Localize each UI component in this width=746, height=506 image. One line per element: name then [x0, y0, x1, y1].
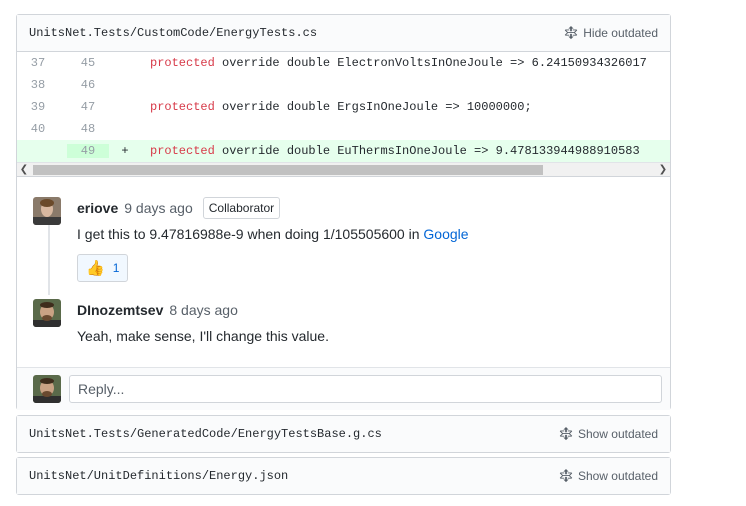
keyword: protected	[150, 100, 215, 114]
diff-code: 37 45 protected override double Electron…	[17, 52, 670, 176]
diff-marker: +	[121, 144, 129, 158]
diff-line: 39 47 protected override double ErgsInOn…	[17, 96, 670, 118]
scroll-left-icon[interactable]: ❮	[17, 164, 31, 175]
new-line-number[interactable]: 47	[67, 100, 109, 114]
avatar[interactable]	[33, 375, 61, 403]
code-text: protected override double EuThermsInOneJ…	[137, 144, 640, 158]
avatar[interactable]	[33, 197, 61, 225]
code-rest: override double ErgsInOneJoule => 100000…	[214, 100, 532, 114]
diff-line: 38 46	[17, 74, 670, 96]
reply-box: Reply...	[17, 367, 670, 410]
code-text: protected override double ElectronVoltsI…	[109, 56, 647, 70]
show-outdated-label: Show outdated	[577, 427, 658, 441]
keyword: protected	[150, 144, 215, 158]
horizontal-scrollbar[interactable]: ❮ ❯	[17, 162, 670, 176]
avatar[interactable]	[33, 299, 61, 327]
code-text: protected override double ErgsInOneJoule…	[109, 100, 532, 114]
collaborator-badge: Collaborator	[202, 197, 281, 219]
file-path: UnitsNet.Tests/GeneratedCode/EnergyTests…	[29, 427, 382, 441]
old-line-number[interactable]: 40	[17, 122, 59, 136]
comment-text: Yeah, make sense, I'll change this value…	[77, 328, 329, 344]
file-header: UnitsNet.Tests/GeneratedCode/EnergyTests…	[17, 416, 670, 452]
reaction-count: 1	[112, 261, 120, 275]
show-outdated-button[interactable]: Show outdated	[559, 469, 658, 483]
new-line-number[interactable]: 49	[67, 144, 109, 158]
code-rest: override double ElectronVoltsInOneJoule …	[214, 56, 647, 70]
unfold-icon	[565, 26, 578, 40]
scroll-right-icon[interactable]: ❯	[656, 164, 670, 175]
comment-text: I get this to 9.47816988e-9 when doing 1…	[77, 226, 670, 242]
comment-time[interactable]: 8 days ago	[169, 302, 238, 318]
old-line-number[interactable]: 37	[17, 56, 59, 70]
thumbs-up-reaction[interactable]: 👍 1	[77, 254, 129, 282]
diff-line: 40 48	[17, 118, 670, 140]
scrollbar-thumb[interactable]	[33, 164, 543, 175]
reply-input[interactable]: Reply...	[69, 375, 662, 403]
comment: eriove 9 days ago Collaborator I get thi…	[17, 196, 670, 282]
comment-time[interactable]: 9 days ago	[124, 200, 193, 216]
keyword: protected	[150, 56, 215, 70]
new-line-number[interactable]: 46	[67, 78, 109, 92]
comment-author[interactable]: eriove	[77, 200, 118, 216]
comment-thread: eriove 9 days ago Collaborator I get thi…	[17, 176, 670, 362]
comment-text-body: I get this to 9.47816988e-9 when doing 1…	[77, 226, 424, 242]
thumbs-up-icon: 👍	[86, 260, 105, 277]
diff-line-added: 49 + protected override double EuThermsI…	[17, 140, 670, 162]
file-path: UnitsNet.Tests/CustomCode/EnergyTests.cs	[29, 26, 318, 40]
hide-outdated-label: Hide outdated	[583, 26, 658, 40]
code-rest: override double EuThermsInOneJoule => 9.…	[214, 144, 640, 158]
new-line-number[interactable]: 45	[67, 56, 109, 70]
unfold-icon	[559, 469, 573, 483]
file-panel-energy-tests-base: UnitsNet.Tests/GeneratedCode/EnergyTests…	[16, 415, 671, 453]
old-line-number[interactable]: 38	[17, 78, 59, 92]
file-panel-energy-json: UnitsNet/UnitDefinitions/Energy.json Sho…	[16, 457, 671, 495]
comment: DInozemtsev 8 days ago Yeah, make sense,…	[17, 298, 670, 344]
file-header: UnitsNet/UnitDefinitions/Energy.json Sho…	[17, 458, 670, 494]
unfold-icon	[559, 427, 573, 441]
google-link[interactable]: Google	[423, 226, 468, 242]
diff-line: 37 45 protected override double Electron…	[17, 52, 670, 74]
file-panel-energy-tests: UnitsNet.Tests/CustomCode/EnergyTests.cs…	[16, 14, 671, 410]
file-path: UnitsNet/UnitDefinitions/Energy.json	[29, 469, 289, 483]
file-header: UnitsNet.Tests/CustomCode/EnergyTests.cs…	[17, 15, 670, 52]
hide-outdated-button[interactable]: Hide outdated	[564, 26, 658, 40]
old-line-number[interactable]: 39	[17, 100, 59, 114]
show-outdated-label: Show outdated	[577, 469, 658, 483]
comment-author[interactable]: DInozemtsev	[77, 302, 163, 318]
show-outdated-button[interactable]: Show outdated	[559, 427, 658, 441]
new-line-number[interactable]: 48	[67, 122, 109, 136]
